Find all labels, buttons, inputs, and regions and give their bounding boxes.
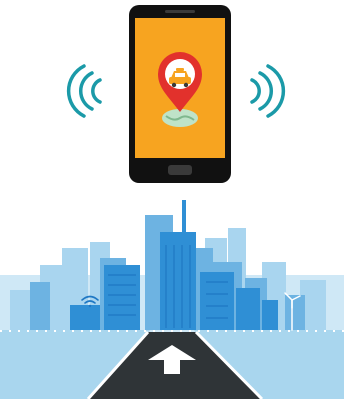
- signal-waves-right: [250, 64, 286, 118]
- phone-speaker: [165, 10, 195, 13]
- smartphone: [129, 5, 231, 183]
- illustration: [0, 5, 344, 399]
- signal-waves-left: [66, 64, 102, 118]
- phone-home-button: [168, 165, 192, 175]
